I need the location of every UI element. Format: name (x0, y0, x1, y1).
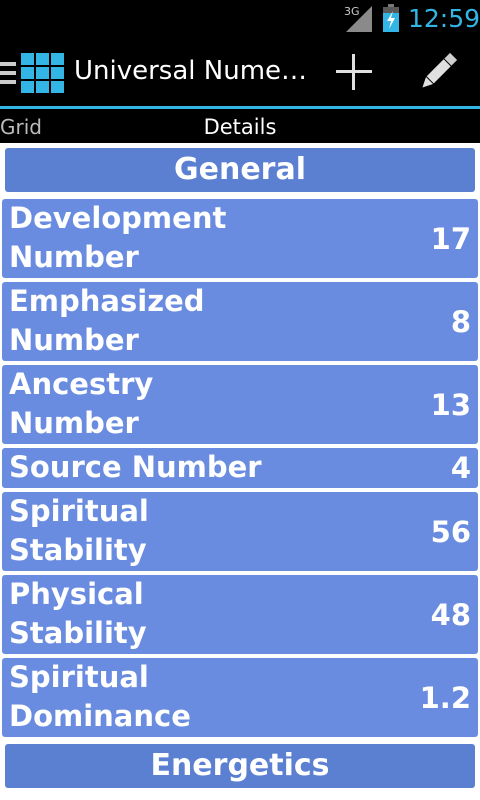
list-item[interactable]: Development Number 17 (2, 199, 478, 278)
app-screen: 3G 12:59 Universal Nume… Grid Details Ge… (0, 0, 480, 800)
row-value: 1.2 (419, 680, 471, 715)
action-bar: Universal Nume… (0, 38, 480, 109)
row-value: 56 (430, 514, 471, 549)
app-title: Universal Nume… (74, 56, 308, 86)
row-label: Development Number (9, 201, 227, 274)
row-label: Ancestry Number (9, 367, 154, 440)
edit-pencil-button[interactable] (414, 48, 462, 96)
list-item[interactable]: Physical Stability 48 (2, 575, 478, 654)
battery-charging-icon (383, 4, 399, 32)
add-button[interactable] (330, 48, 378, 96)
details-list[interactable]: General Development Number 17 Emphasized… (0, 143, 480, 800)
section-header-energetics: Energetics (5, 744, 475, 788)
tab-details[interactable]: Details (0, 115, 480, 139)
row-label: Spiritual Stability (9, 494, 149, 567)
row-value: 48 (430, 597, 471, 632)
row-value: 13 (430, 387, 471, 422)
row-label: Emphasized Number (9, 284, 205, 357)
list-item[interactable]: Emphasized Number 8 (2, 282, 478, 361)
drawer-menu-icon[interactable] (0, 60, 16, 86)
row-label: Source Number (9, 450, 262, 484)
row-value: 4 (450, 451, 471, 485)
app-grid-icon[interactable] (20, 52, 66, 94)
list-item[interactable]: Ancestry Number 13 (2, 365, 478, 444)
signal-icon (346, 6, 372, 32)
row-value: 17 (430, 221, 471, 256)
list-item[interactable]: Source Number 4 (2, 448, 478, 488)
status-clock: 12:59 (408, 4, 480, 33)
list-item[interactable]: Spiritual Stability 56 (2, 492, 478, 571)
tab-strip: Grid Details (0, 109, 480, 143)
row-label: Physical Stability (9, 577, 147, 650)
status-bar: 3G 12:59 (0, 0, 480, 38)
row-label: Spiritual Dominance (9, 660, 191, 733)
list-item[interactable]: Spiritual Dominance 1.2 (2, 658, 478, 737)
row-value: 8 (450, 304, 471, 339)
section-header-general: General (5, 148, 475, 192)
